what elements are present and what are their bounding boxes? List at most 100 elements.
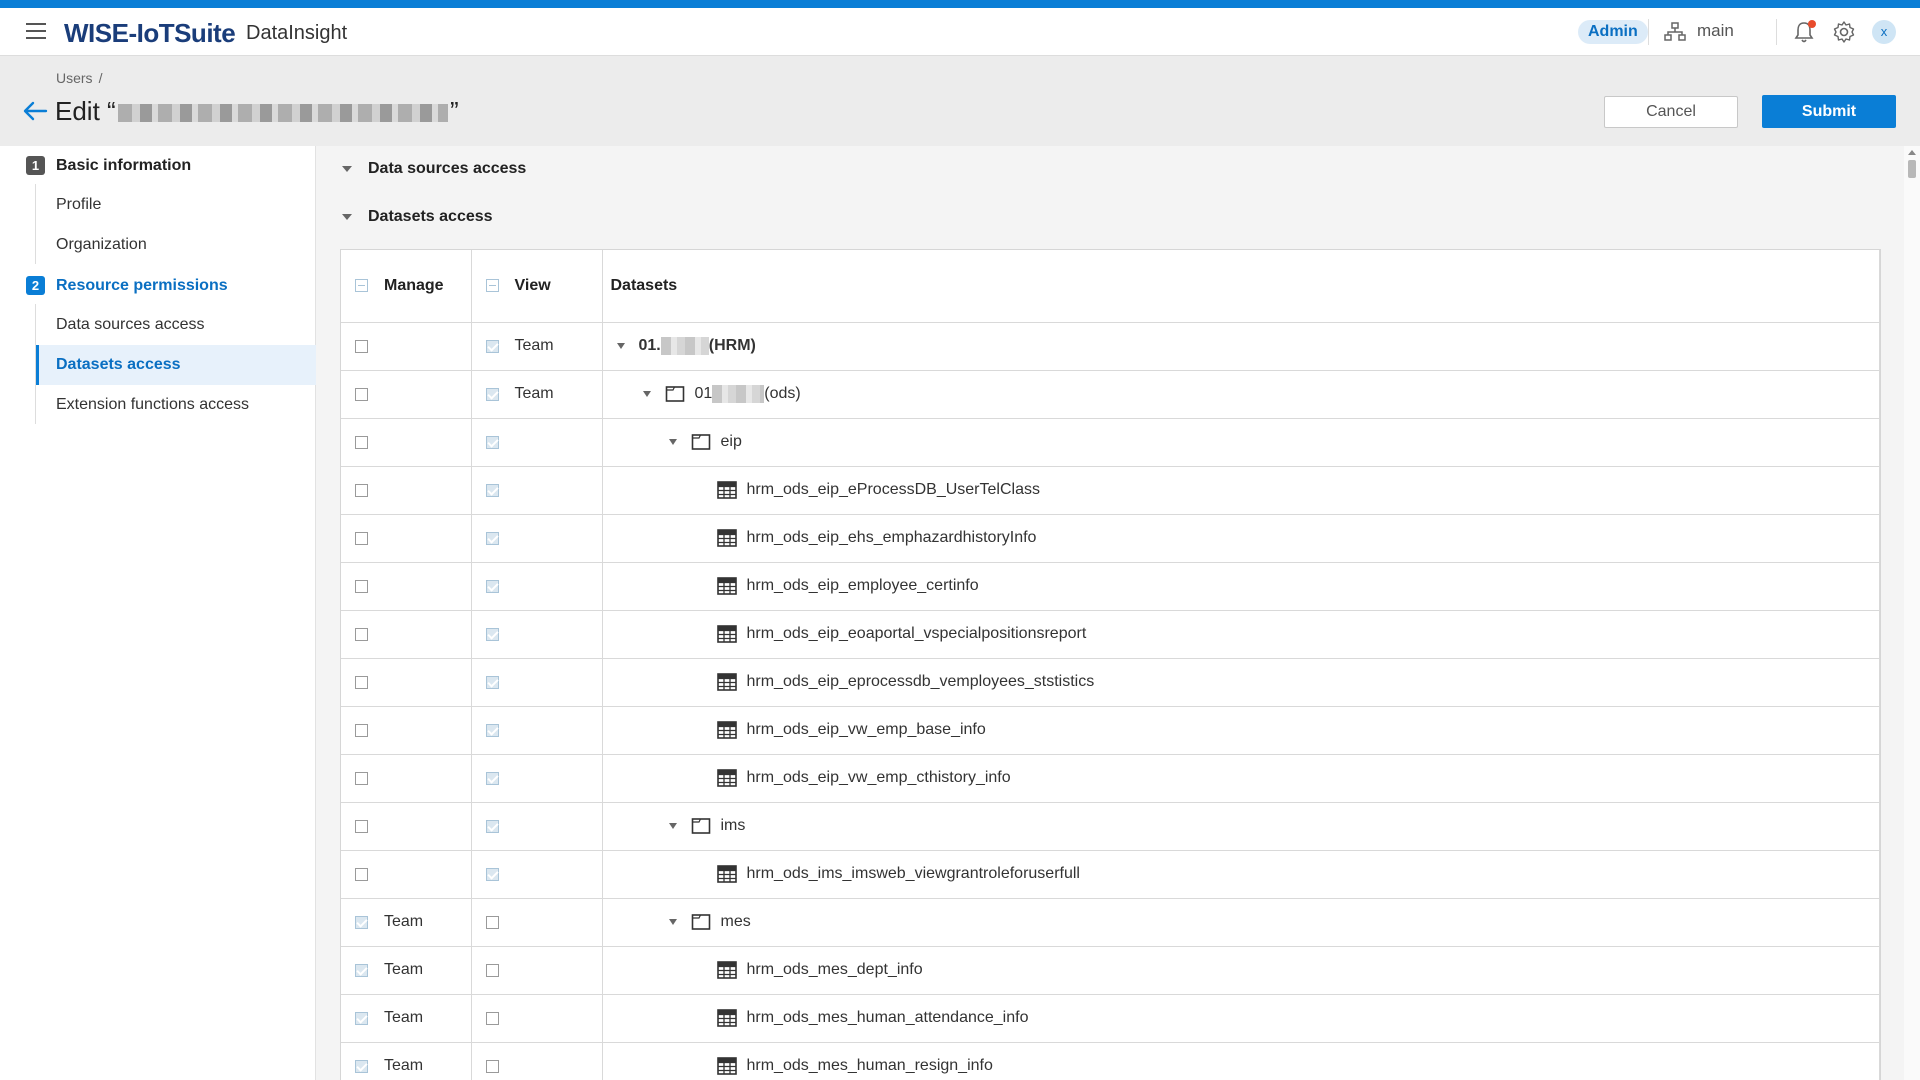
chevron-down-icon[interactable] [668,919,677,925]
dataset-cell: hrm_ods_eip_vw_emp_cthistory_info [602,754,1880,803]
sidebar-item-data-sources-access[interactable]: Data sources access [36,305,316,345]
manage-checkbox[interactable] [355,579,368,593]
org-tree-icon[interactable] [1664,22,1686,42]
breadcrumb-users[interactable]: Users [56,70,93,86]
view-checkbox[interactable] [485,435,499,449]
manage-checkbox[interactable] [355,675,368,689]
dataset-cell: hrm_ods_eip_eoaportal_vspecialpositionsr… [602,610,1880,659]
manage-checkbox[interactable] [355,915,368,929]
dataset-name[interactable]: hrm_ods_eip_ehs_emphazardhistoryInfo [747,529,1037,547]
manage-checkbox[interactable] [355,483,368,497]
manage-checkbox[interactable] [355,1059,368,1073]
table-row: Team 01. (HRM) [341,322,1880,371]
manage-select-all-checkbox[interactable] [355,279,368,293]
manage-scope-label: Team [384,1057,424,1074]
arrow-left-icon[interactable] [22,100,48,122]
dataset-name[interactable]: hrm_ods_mes_human_attendance_info [747,1009,1029,1027]
dataset-name[interactable]: hrm_ods_eip_eprocessdb_vemployees_ststis… [747,673,1095,691]
redacted-user-name [118,104,448,122]
view-checkbox[interactable] [485,531,499,545]
manage-checkbox[interactable] [355,819,368,833]
view-checkbox[interactable] [485,771,499,785]
scrollbar[interactable] [1904,146,1920,1080]
chevron-down-icon [342,166,352,172]
chevron-down-icon[interactable] [668,823,677,829]
sidebar-item-profile[interactable]: Profile [36,185,316,225]
dataset-name[interactable]: hrm_ods_eip_employee_certinfo [747,577,979,595]
dataset-name[interactable]: hrm_ods_eip_vw_emp_cthistory_info [747,769,1011,787]
manage-cell [341,370,472,419]
manage-checkbox[interactable] [355,771,368,785]
dataset-name[interactable]: hrm_ods_eip_eoaportal_vspecialpositionsr… [747,625,1087,643]
table-row: hrm_ods_ims_imsweb_viewgrantroleforuserf… [341,850,1880,899]
product-name: DataInsight [246,22,348,44]
view-checkbox[interactable] [485,867,499,881]
section-title: Datasets access [368,208,493,225]
view-checkbox[interactable] [485,627,499,641]
view-select-all-checkbox[interactable] [485,279,499,293]
manage-checkbox[interactable] [355,435,368,449]
view-checkbox[interactable] [485,579,499,593]
dataset-name[interactable]: hrm_ods_eip_vw_emp_base_info [747,721,986,739]
manage-checkbox[interactable] [355,723,368,737]
dataset-name[interactable]: hrm_ods_mes_human_resign_info [747,1057,993,1075]
manage-checkbox[interactable] [355,387,368,401]
sidebar-item-datasets-access[interactable]: Datasets access [36,345,316,385]
dataset-name[interactable]: hrm_ods_mes_dept_info [747,961,923,979]
table-grid-icon [716,577,737,595]
hamburger-icon[interactable] [26,23,46,41]
manage-checkbox[interactable] [355,963,368,977]
view-checkbox[interactable] [485,675,499,689]
sidebar-item-organization[interactable]: Organization [36,225,316,265]
step-resource-permissions[interactable]: 2 Resource permissions [26,276,228,295]
manage-checkbox[interactable] [355,1011,368,1025]
view-checkbox[interactable] [485,915,499,929]
manage-checkbox[interactable] [355,867,368,881]
main-content: Data sources access Datasets access Mana… [316,146,1904,1080]
dataset-name[interactable]: eip [721,433,742,451]
submit-button[interactable]: Submit [1762,95,1896,128]
view-checkbox[interactable] [485,963,499,977]
workspace-selector[interactable]: main [1697,21,1734,41]
section-data-sources-access[interactable]: Data sources access [342,160,526,178]
sidebar-item-extension-functions-access[interactable]: Extension functions access [36,385,316,425]
view-checkbox[interactable] [485,723,499,737]
header-divider [1648,19,1649,45]
manage-checkbox[interactable] [355,531,368,545]
gear-icon[interactable] [1832,20,1856,44]
view-checkbox[interactable] [485,1011,499,1025]
manage-cell [341,562,472,611]
chevron-down-icon[interactable] [642,391,651,397]
dataset-name[interactable]: hrm_ods_ims_imsweb_viewgrantroleforuserf… [747,865,1080,883]
view-checkbox[interactable] [485,819,499,833]
section-datasets-access[interactable]: Datasets access [342,208,493,226]
view-checkbox[interactable] [485,387,499,401]
view-checkbox[interactable] [485,339,499,353]
header-divider [1776,19,1777,45]
manage-checkbox[interactable] [355,339,368,353]
manage-checkbox[interactable] [355,627,368,641]
view-checkbox[interactable] [485,483,499,497]
dataset-name-prefix: hrm_ods_eip_eoaportal_vspecialpositionsr… [746,625,1087,642]
dataset-name[interactable]: hrm_ods_eip_eProcessDB_UserTelClass [747,481,1040,499]
view-cell [471,562,603,611]
dataset-name[interactable]: ims [721,817,746,835]
step-basic-information[interactable]: 1 Basic information [26,156,191,175]
avatar[interactable]: x [1872,20,1896,44]
cancel-button[interactable]: Cancel [1604,96,1738,128]
dataset-name[interactable]: mes [721,913,751,931]
dataset-name-prefix: eip [720,433,742,450]
view-checkbox[interactable] [485,1059,499,1073]
dataset-name[interactable]: 01 (ods) [695,384,801,403]
chevron-down-icon[interactable] [616,343,625,349]
notification-dot [1808,20,1816,28]
chevron-down-icon[interactable] [668,439,677,445]
column-header-view: View [471,250,603,323]
dataset-name[interactable]: 01. (HRM) [639,336,756,355]
scroll-up-icon[interactable] [1908,150,1916,155]
step-number: 1 [26,156,45,175]
scroll-thumb[interactable] [1908,160,1916,178]
dataset-name-prefix: hrm_ods_mes_human_attendance_info [746,1009,1029,1026]
title-close-quote: ” [450,96,459,126]
dataset-name-prefix: hrm_ods_eip_employee_certinfo [746,577,979,594]
